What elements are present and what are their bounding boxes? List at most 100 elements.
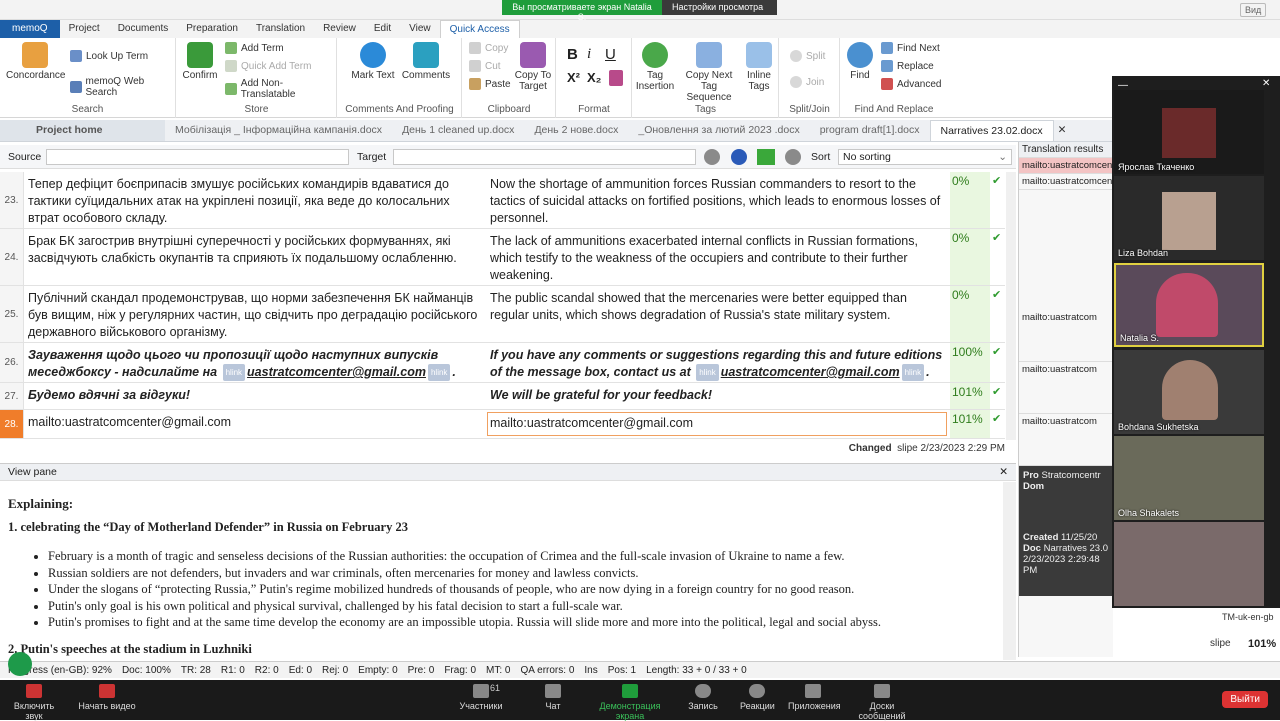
hlink-tag[interactable]: hlink (222, 364, 246, 382)
tab-document-active[interactable]: Narratives 23.02.docx (929, 120, 1054, 141)
source-filter-input[interactable] (46, 149, 349, 165)
inline-tags-button[interactable]: Inline Tags (741, 42, 777, 92)
bold-button[interactable]: B (567, 46, 578, 63)
hlink-tag[interactable]: hlink (901, 364, 925, 382)
participant-tile[interactable] (1114, 522, 1264, 606)
quick-add-term-button[interactable]: Quick Add Term (225, 60, 311, 72)
comments-button[interactable]: Comments (400, 42, 452, 81)
hlink-tag[interactable]: hlink (696, 364, 719, 382)
tab-document[interactable]: День 2 нове.docx (524, 120, 628, 141)
start-video-button[interactable]: Начать видео (78, 684, 136, 711)
table-row[interactable]: 25. Публічний скандал продемонстрував, щ… (0, 286, 1005, 343)
add-non-translatable-button[interactable]: Add Non-Translatable (225, 78, 336, 100)
italic-button[interactable]: i (587, 46, 591, 63)
result-item[interactable]: mailto:uastratcomcenter@gmail.com (1019, 174, 1176, 190)
whiteboard-button[interactable]: Доски сообщений (846, 684, 918, 721)
close-tab-icon[interactable]: ✕ (1054, 120, 1071, 141)
zoom-video-strip: — ✕ ✋ Ярослав Ткаченко Liza Bohdan Natal… (1112, 76, 1280, 608)
annotate-pen-icon[interactable] (8, 652, 32, 676)
sort-select[interactable]: No sorting ⌄ (838, 149, 1012, 165)
target-cell[interactable]: Now the shortage of ammunition forces Ru… (490, 176, 945, 227)
add-filter-icon[interactable] (757, 149, 775, 165)
mute-button[interactable]: Включить звук (6, 684, 62, 721)
paste-button[interactable]: Paste (469, 78, 511, 90)
target-cell[interactable]: If you have any comments or suggestions … (490, 347, 945, 382)
find-button[interactable]: Find (845, 42, 875, 81)
source-cell[interactable]: Брак БК загострив внутрішні суперечності… (28, 233, 483, 267)
participant-tile[interactable]: Liza Bohdan (1114, 176, 1264, 260)
record-button[interactable]: Запись (686, 684, 720, 711)
mark-text-button[interactable]: Mark Text (348, 42, 398, 81)
hlink-tag[interactable]: hlink (427, 364, 451, 382)
join-button[interactable]: Join (790, 76, 824, 88)
menu-view[interactable]: View (400, 20, 440, 38)
menu-documents[interactable]: Documents (109, 20, 178, 38)
concordance-button[interactable]: Concordance (6, 42, 65, 81)
settings-gear-icon[interactable] (731, 149, 747, 165)
view-button[interactable]: Вид (1240, 3, 1267, 17)
add-term-button[interactable]: Add Term (225, 42, 284, 54)
table-row[interactable]: 26. Зауваження щодо цього чи пропозиції … (0, 343, 1005, 383)
apps-button[interactable]: Приложения (788, 684, 841, 711)
table-row[interactable]: 23. Тепер дефіцит боєприпасів змушує рос… (0, 172, 1005, 229)
copy-next-tag-button[interactable]: Copy Next Tag Sequence (681, 42, 737, 103)
tab-document[interactable]: Мобілізація _ Інформаційна кампанія.docx (165, 120, 392, 141)
menu-translation[interactable]: Translation (247, 20, 314, 38)
menu-quick-access[interactable]: Quick Access (439, 19, 520, 39)
target-filter-input[interactable] (393, 149, 696, 165)
menu-memoq[interactable]: memoQ (0, 20, 60, 38)
zoom-search-icon[interactable] (785, 149, 801, 165)
look-up-term-button[interactable]: Look Up Term (70, 50, 148, 62)
underline-button[interactable]: U (605, 46, 616, 63)
participant-tile[interactable]: Bohdana Sukhetska (1114, 350, 1264, 434)
tag-insertion-button[interactable]: Tag Insertion (635, 42, 675, 92)
source-cell[interactable]: Публічний скандал продемонстрував, що но… (28, 290, 483, 341)
tab-document[interactable]: _Оновлення за лютий 2023 .docx (628, 120, 809, 141)
reactions-button[interactable]: Реакции (740, 684, 775, 711)
subscript-button[interactable]: X₂ (587, 70, 601, 85)
tab-document[interactable]: program draft[1].docx (810, 120, 930, 141)
tab-project-home[interactable]: Project home (0, 120, 165, 141)
menu-edit[interactable]: Edit (365, 20, 400, 38)
close-pane-icon[interactable]: ✕ (999, 466, 1008, 478)
result-item[interactable]: mailto:uastratcomcenter@gmail.com (1019, 158, 1176, 174)
grid-scrollbar[interactable] (1006, 172, 1016, 440)
target-cell[interactable]: The lack of ammunitions exacerbated inte… (490, 233, 945, 284)
leave-button[interactable]: Выйти (1222, 691, 1268, 708)
find-next-button[interactable]: Find Next (881, 42, 940, 54)
menu-preparation[interactable]: Preparation (177, 20, 247, 38)
tab-document[interactable]: День 1 cleaned up.docx (392, 120, 524, 141)
advanced-button[interactable]: Advanced (881, 78, 941, 90)
participant-tile[interactable]: Ярослав Ткаченко (1114, 90, 1264, 174)
share-screen-button[interactable]: Демонстрация экрана (586, 684, 674, 721)
source-cell[interactable]: mailto:uastratcomcenter@gmail.com (28, 414, 483, 431)
close-strip-icon[interactable]: ✕ (1262, 78, 1270, 89)
target-cell[interactable]: We will be grateful for your feedback! (490, 387, 945, 404)
source-cell[interactable]: Зауваження щодо цього чи пропозиції щодо… (28, 347, 483, 382)
source-cell[interactable]: Будемо вдячні за відгуки! (28, 387, 483, 404)
confirm-button[interactable]: Confirm (181, 42, 219, 81)
participant-tile-speaking[interactable]: Natalia S. (1114, 263, 1264, 347)
web-search-button[interactable]: memoQ Web Search (70, 76, 175, 98)
table-row[interactable]: 24. Брак БК загострив внутрішні суперечн… (0, 229, 1005, 286)
menu-review[interactable]: Review (314, 20, 365, 38)
copy-to-target-button[interactable]: Copy To Target (513, 42, 553, 92)
superscript-button[interactable]: X² (567, 70, 580, 85)
table-row[interactable]: 27. Будемо вдячні за відгуки! We will be… (0, 383, 1005, 410)
chat-button[interactable]: Чат (538, 684, 568, 711)
view-settings-button[interactable]: Настройки просмотра (662, 0, 777, 15)
confirmed-check-icon: ✔ (992, 289, 1002, 301)
participant-tile[interactable]: Olha Shakalets (1114, 436, 1264, 520)
source-cell[interactable]: Тепер дефіцит боєприпасів змушує російсь… (28, 176, 483, 227)
copy-button[interactable]: Copy (469, 42, 508, 54)
split-button[interactable]: Split (790, 50, 825, 62)
view-pane-scrollbar[interactable] (1003, 482, 1016, 660)
target-cell-editing[interactable]: mailto:uastratcomcenter@gmail.com (487, 412, 947, 436)
cut-button[interactable]: Cut (469, 60, 501, 72)
table-row-current[interactable]: 28. mailto:uastratcomcenter@gmail.com ma… (0, 410, 1005, 439)
filter-search-icon[interactable] (704, 149, 720, 165)
target-cell[interactable]: The public scandal showed that the merce… (490, 290, 945, 324)
menu-project[interactable]: Project (60, 20, 109, 38)
format-painter-icon[interactable] (609, 70, 623, 86)
replace-button[interactable]: Replace (881, 60, 934, 72)
